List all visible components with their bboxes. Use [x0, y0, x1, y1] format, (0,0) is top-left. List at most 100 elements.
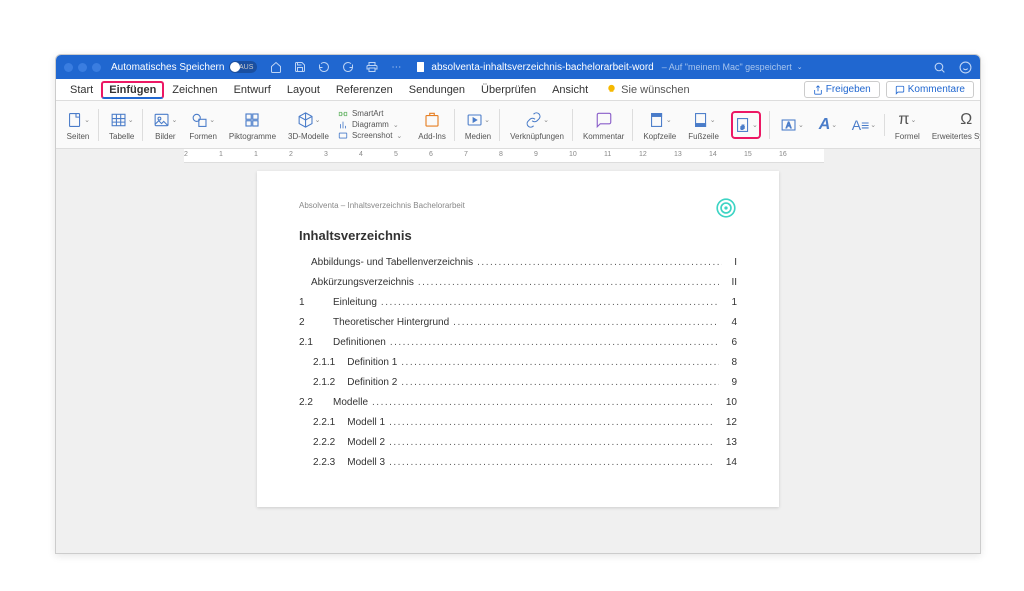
autosave-switch[interactable]: AUS [229, 61, 257, 73]
tab-zeichnen[interactable]: Zeichnen [164, 81, 225, 99]
ruler-mark: 7 [464, 151, 468, 158]
tab-layout[interactable]: Layout [279, 81, 328, 99]
print-icon[interactable] [365, 60, 379, 74]
autosave-state: AUS [239, 64, 253, 71]
ribbon-verknuepfungen[interactable]: ⌄ Verknüpfungen [506, 109, 573, 141]
toc-entry: Abbildungs- und Tabellenverzeichnis ....… [299, 257, 737, 268]
titlebar: Automatisches Speichern AUS ⋯ absolventa… [56, 55, 980, 79]
toc-dots: ........................................… [381, 297, 720, 308]
home-icon[interactable] [269, 60, 283, 74]
quick-access: ⋯ [269, 60, 403, 74]
ruler-mark: 1 [219, 151, 223, 158]
comment-icon [895, 85, 905, 95]
document-title: absolventa-inhaltsverzeichnis-bachelorar… [415, 61, 932, 73]
tab-ansicht[interactable]: Ansicht [544, 81, 596, 99]
toc-page: 12 [726, 417, 737, 428]
close-dot[interactable] [64, 63, 73, 72]
tab-entwurf[interactable]: Entwurf [226, 81, 279, 99]
toc-text: Modell 2 [347, 437, 385, 448]
toc-dots: ........................................… [372, 397, 714, 408]
doc-name: absolventa-inhaltsverzeichnis-bachelorar… [431, 62, 653, 73]
absolventa-logo [715, 197, 737, 219]
ribbon-diagramm[interactable]: Diagramm⌄ [337, 120, 402, 130]
document-page[interactable]: Absolventa – Inhaltsverzeichnis Bachelor… [257, 171, 779, 507]
toc-num: 2.1 [299, 337, 321, 348]
tab-sendungen[interactable]: Sendungen [401, 81, 473, 99]
min-dot[interactable] [78, 63, 87, 72]
svg-text:A: A [786, 120, 792, 129]
tab-einfuegen[interactable]: Einfügen [101, 81, 164, 99]
autosave-toggle[interactable]: Automatisches Speichern AUS [111, 61, 257, 73]
share-button[interactable]: Freigeben [804, 81, 880, 98]
tell-me[interactable]: Sie wünschen [606, 84, 690, 96]
toc-num: 1 [299, 297, 321, 308]
smartart-icon [337, 109, 349, 119]
toc-num: 2.2.1 [313, 417, 335, 428]
toc-text: Abbildungs- und Tabellenverzeichnis [311, 257, 473, 268]
ribbon-addins[interactable]: Add-Ins [414, 109, 455, 141]
toc-page: 8 [731, 357, 737, 368]
equation-icon: π⌄ [895, 109, 919, 131]
word-window: Automatisches Speichern AUS ⋯ absolventa… [55, 54, 981, 554]
ribbon-seiten[interactable]: ⌄ Seiten [62, 109, 99, 141]
redo-icon[interactable] [341, 60, 355, 74]
tell-me-label: Sie wünschen [621, 84, 690, 96]
pagenumber-icon: #⌄ [734, 114, 758, 136]
ribbon-tabelle[interactable]: ⌄ Tabelle [105, 109, 143, 141]
ribbon-piktogramme[interactable]: Piktogramme [225, 109, 280, 141]
title-chevron-icon[interactable]: ⌄ [797, 63, 803, 71]
ribbon-formen[interactable]: ⌄ Formen [185, 109, 221, 141]
max-dot[interactable] [92, 63, 101, 72]
search-icon[interactable] [932, 60, 946, 74]
ribbon-formel[interactable]: π⌄ Formel [891, 109, 924, 141]
smiley-icon[interactable] [958, 60, 972, 74]
ruler-mark: 15 [744, 151, 752, 158]
horizontal-ruler[interactable]: 2112345678910111213141516 [184, 149, 824, 163]
undo-icon[interactable] [317, 60, 331, 74]
ellipsis-icon[interactable]: ⋯ [389, 60, 403, 74]
toc-dots: ........................................… [477, 257, 722, 268]
toc-entry: 2.1.1Definition 1 ......................… [299, 357, 737, 368]
pictures-icon: ⌄ [153, 109, 177, 131]
toc-title: Inhaltsverzeichnis [299, 228, 737, 243]
save-icon[interactable] [293, 60, 307, 74]
ribbon-screenshot[interactable]: Screenshot⌄ [337, 131, 402, 141]
toc-dots: ........................................… [401, 357, 719, 368]
addins-icon [420, 109, 444, 131]
ribbon-medien[interactable]: ⌄ Medien [461, 109, 500, 141]
ruler-mark: 8 [499, 151, 503, 158]
toc-entry: 2.1.2Definition 2 ......................… [299, 377, 737, 388]
toc-text: Theoretischer Hintergrund [333, 317, 449, 328]
ribbon-smartart[interactable]: SmartArt [337, 109, 402, 119]
ribbon-textbox[interactable]: A⌄ [776, 114, 808, 136]
ribbon-seitenzahl[interactable]: #⌄ Seitenzahl Seitenzahlen formatieren..… [727, 111, 770, 139]
ribbon-kopfzeile[interactable]: ⌄ Kopfzeile [639, 109, 680, 141]
tab-start[interactable]: Start [62, 81, 101, 99]
ribbon-dropcap[interactable]: A≡⌄ [848, 114, 885, 136]
textbox-icon: A⌄ [780, 114, 804, 136]
ribbon-symbol[interactable]: Ω Erweitertes Symbol [928, 109, 981, 141]
ribbon-wordart[interactable]: A⌄ [812, 114, 844, 136]
ribbon-3dmodelle[interactable]: ⌄ 3D-Modelle [284, 109, 333, 141]
toc-num: 2.1.1 [313, 357, 335, 368]
ruler-mark: 9 [534, 151, 538, 158]
share-icon [813, 85, 823, 95]
toc-entry: 2.2.1Modell 1 ..........................… [299, 417, 737, 428]
ribbon-smartart-group: SmartArt Diagramm⌄ Screenshot⌄ [337, 109, 410, 141]
tab-referenzen[interactable]: Referenzen [328, 81, 401, 99]
ruler-mark: 5 [394, 151, 398, 158]
ribbon-bilder[interactable]: ⌄ Bilder [149, 109, 181, 141]
ruler-mark: 12 [639, 151, 647, 158]
toc-num: 2.2 [299, 397, 321, 408]
ribbon-kommentar[interactable]: Kommentar [579, 109, 633, 141]
ruler-mark: 4 [359, 151, 363, 158]
document-canvas[interactable]: 2112345678910111213141516 Absolventa – I… [56, 149, 980, 553]
ribbon-fusszeile[interactable]: ⌄ Fußzeile [684, 109, 723, 141]
tab-ueberpruefen[interactable]: Überprüfen [473, 81, 544, 99]
window-controls [64, 63, 101, 72]
ruler-mark: 14 [709, 151, 717, 158]
ruler-mark: 10 [569, 151, 577, 158]
toc-dots: ........................................… [389, 437, 714, 448]
comments-button[interactable]: Kommentare [886, 81, 974, 98]
toc-page: 6 [731, 337, 737, 348]
